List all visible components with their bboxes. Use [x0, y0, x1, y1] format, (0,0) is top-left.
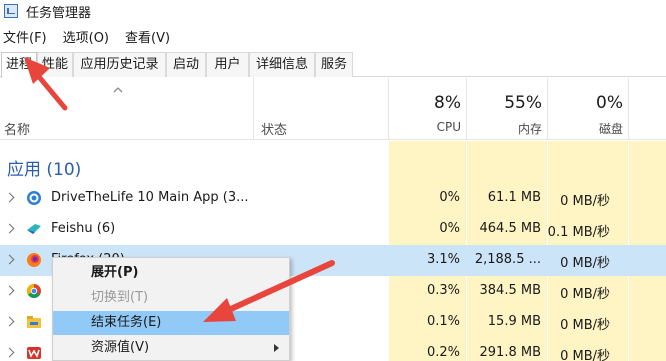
menu-file[interactable]: 文件(F) — [0, 27, 50, 46]
context-expand[interactable]: 展开(P) — [53, 261, 289, 285]
tab-processes[interactable]: 进程 — [1, 52, 37, 78]
tab-details[interactable]: 详细信息 — [249, 52, 315, 77]
process-cpu: 0.2% — [426, 345, 460, 360]
group-apps-title[interactable]: 应用 (10) — [7, 155, 81, 180]
process-disk: 0.1 MB/秒 — [547, 225, 610, 240]
process-memory: 384.5 MB — [479, 283, 541, 298]
chevron-right-icon[interactable] — [4, 285, 15, 296]
disk-total-percent[interactable]: 0% — [596, 93, 623, 113]
context-resource-values[interactable]: 资源值(V) — [53, 336, 289, 360]
chevron-right-icon[interactable] — [4, 223, 15, 234]
process-disk: 0 MB/秒 — [560, 318, 610, 333]
process-cpu: 3.1% — [426, 252, 460, 267]
process-cpu: 0.3% — [426, 283, 460, 298]
submenu-arrow-icon — [274, 344, 279, 352]
column-divider — [547, 78, 548, 140]
tab-services[interactable]: 服务 — [315, 52, 353, 77]
wps-icon — [27, 347, 41, 359]
context-menu: 展开(P) 切换到(T) 结束任务(E) 资源值(V) — [52, 257, 290, 361]
tab-app-history[interactable]: 应用历史记录 — [73, 52, 166, 77]
process-name: DriveTheLife 10 Main App (3... — [51, 190, 249, 205]
task-manager-icon — [4, 4, 18, 18]
title-bar: 任务管理器 — [0, 0, 666, 22]
column-divider — [628, 78, 629, 140]
context-switch-to: 切换到(T) — [91, 290, 149, 305]
process-cpu: 0% — [439, 190, 460, 205]
process-disk: 0 MB/秒 — [560, 256, 610, 271]
feishu-icon — [27, 224, 41, 234]
file-explorer-icon — [27, 316, 41, 328]
column-divider — [388, 78, 389, 140]
tab-startup[interactable]: 启动 — [166, 52, 206, 77]
column-memory[interactable]: 内存 — [518, 120, 542, 137]
context-resource-values-label: 资源值(V) — [91, 340, 150, 355]
sort-ascending-icon[interactable] — [113, 85, 123, 95]
process-memory: 291.8 MB — [479, 345, 541, 360]
memory-total-percent[interactable]: 55% — [504, 93, 542, 113]
chevron-right-icon[interactable] — [4, 347, 15, 358]
firefox-icon — [27, 253, 41, 267]
process-disk: 0 MB/秒 — [560, 287, 610, 302]
process-disk: 0 MB/秒 — [560, 194, 610, 209]
menu-options[interactable]: 选项(O) — [60, 27, 112, 46]
process-row[interactable]: DriveTheLife 10 Main App (3... 0% 61.1 M… — [0, 183, 666, 214]
menu-bar: 文件(F) 选项(O) 查看(V) — [0, 24, 183, 48]
column-status[interactable]: 状态 — [261, 119, 287, 138]
column-divider — [253, 78, 254, 140]
process-cpu: 0% — [439, 221, 460, 236]
tab-users[interactable]: 用户 — [206, 52, 249, 77]
window-title: 任务管理器 — [26, 5, 92, 21]
column-header: 名称 状态 8% CPU 55% 内存 0% 磁盘 — [0, 78, 666, 140]
column-name[interactable]: 名称 — [4, 119, 30, 138]
process-row[interactable]: Feishu (6) 0% 464.5 MB 0.1 MB/秒 — [0, 214, 666, 245]
chevron-right-icon[interactable] — [4, 316, 15, 327]
process-name: Feishu (6) — [51, 221, 116, 236]
process-cpu: 0.1% — [426, 314, 460, 329]
process-memory: 464.5 MB — [479, 221, 541, 236]
drivethelife-icon — [27, 191, 41, 205]
column-divider — [466, 78, 467, 140]
chrome-icon — [27, 284, 41, 298]
cpu-total-percent[interactable]: 8% — [434, 93, 461, 113]
context-end-task[interactable]: 结束任务(E) — [53, 311, 289, 335]
chevron-right-icon[interactable] — [4, 192, 15, 203]
process-memory: 2,188.5 ... — [474, 252, 541, 267]
process-memory: 61.1 MB — [487, 190, 541, 205]
process-memory: 15.9 MB — [487, 314, 541, 329]
tab-performance[interactable]: 性能 — [37, 52, 73, 77]
tab-strip: 进程 性能 应用历史记录 启动 用户 详细信息 服务 — [0, 52, 666, 78]
column-disk[interactable]: 磁盘 — [599, 120, 623, 137]
column-cpu[interactable]: CPU — [437, 120, 461, 134]
chevron-right-icon[interactable] — [4, 254, 15, 265]
process-disk: 0 MB/秒 — [560, 349, 610, 361]
menu-view[interactable]: 查看(V) — [122, 27, 173, 46]
